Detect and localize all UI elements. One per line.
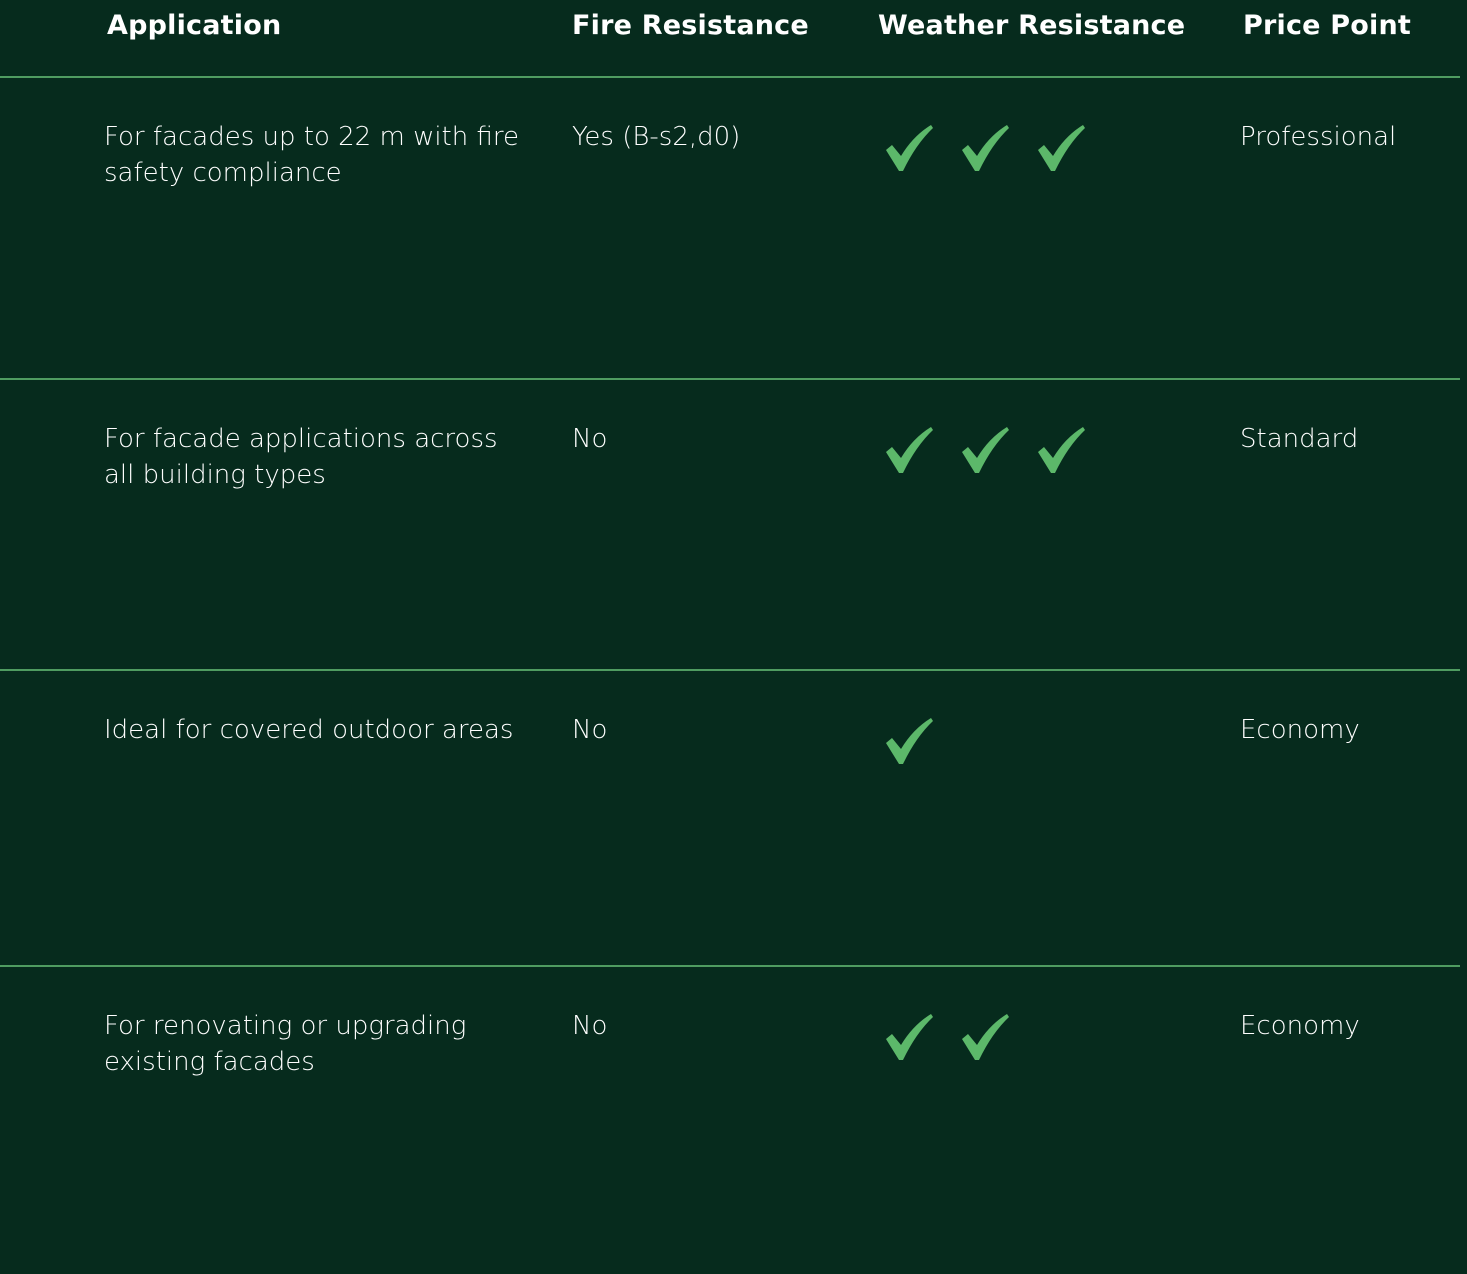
weather-rating: [883, 717, 933, 767]
check-icon: [962, 125, 1009, 171]
check-icon: [886, 718, 933, 764]
check-icon: [886, 125, 933, 171]
table-row: For renovating or upgrading existing fac…: [0, 967, 1460, 1274]
fire-resistance-cell: Yes (B-s2,d0): [572, 122, 741, 152]
weather-rating: [883, 124, 1085, 174]
weather-rating: [883, 426, 1085, 476]
column-header-price-point: Price Point: [1243, 10, 1411, 41]
check-icon: [962, 427, 1009, 473]
check-icon: [886, 427, 933, 473]
fire-resistance-cell: No: [572, 1011, 608, 1041]
column-header-application: Application: [107, 10, 282, 41]
application-cell: Ideal for covered outdoor areas: [104, 715, 514, 745]
price-point-cell: Standard: [1240, 424, 1359, 454]
table-row: For facade applications across all build…: [0, 380, 1460, 671]
table-row: Ideal for covered outdoor areas No Econo…: [0, 671, 1460, 967]
table-row: For facades up to 22 m with fire safety …: [0, 78, 1460, 380]
price-point-cell: Economy: [1240, 1011, 1360, 1041]
column-header-fire-resistance: Fire Resistance: [572, 10, 809, 41]
check-icon: [962, 1014, 1009, 1060]
fire-resistance-cell: No: [572, 424, 608, 454]
check-icon: [886, 1014, 933, 1060]
check-icon: [1038, 427, 1085, 473]
weather-rating: [883, 1013, 1009, 1063]
application-cell: For facades up to 22 m with fire safety …: [104, 122, 519, 188]
application-cell: For renovating or upgrading existing fac…: [104, 1011, 467, 1077]
check-icon: [1038, 125, 1085, 171]
fire-resistance-cell: No: [572, 715, 608, 745]
price-point-cell: Economy: [1240, 715, 1360, 745]
price-point-cell: Professional: [1240, 122, 1397, 152]
table-header: Application Fire Resistance Weather Resi…: [0, 0, 1460, 78]
application-cell: For facade applications across all build…: [104, 424, 498, 490]
column-header-weather-resistance: Weather Resistance: [878, 10, 1186, 41]
